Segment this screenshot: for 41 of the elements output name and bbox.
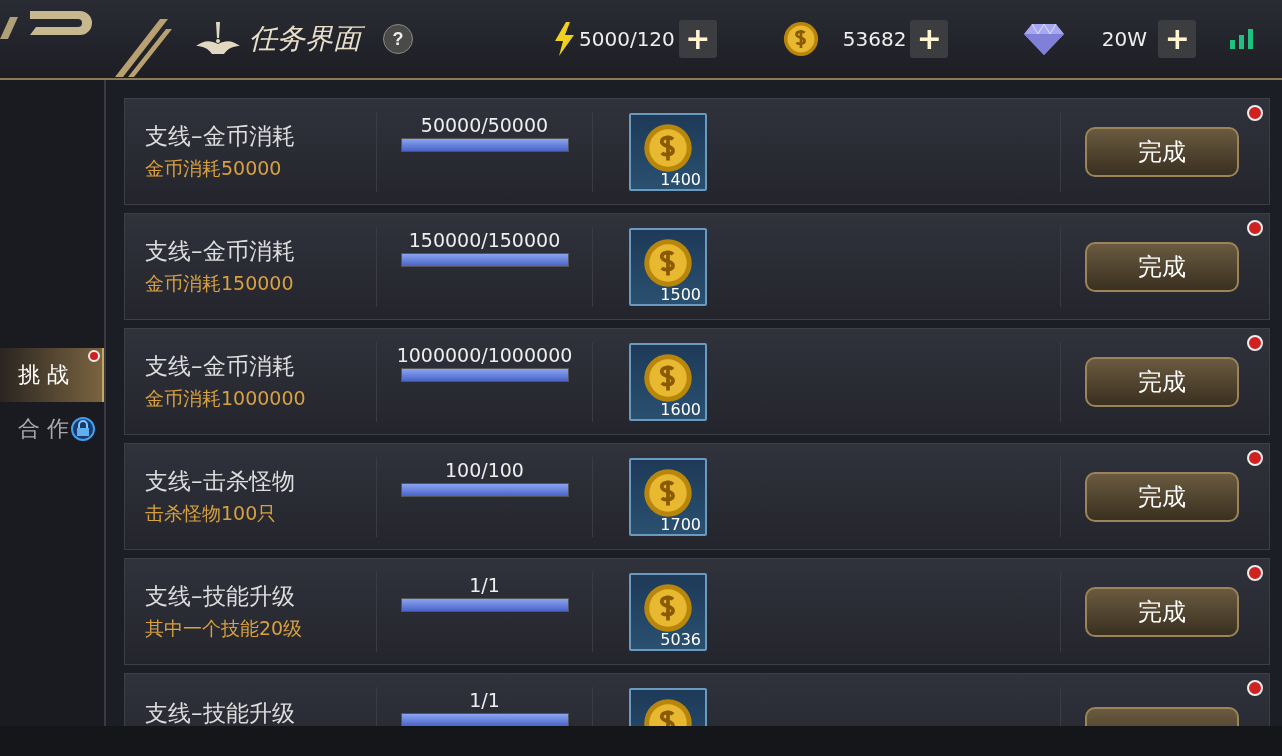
complete-button[interactable]: 完成 — [1085, 356, 1239, 407]
complete-button[interactable]: 完成 — [1085, 586, 1239, 637]
task-requirement: 金币消耗50000 — [145, 156, 283, 181]
reward-amount: 1700 — [660, 514, 701, 534]
task-title: 支线–金币消耗 — [145, 352, 296, 381]
task-requirement: 金币消耗150000 — [145, 271, 295, 296]
help-button[interactable]: ? — [383, 24, 413, 54]
complete-button[interactable]: 完成 — [1085, 471, 1239, 522]
reward-slot[interactable]: 5036 — [629, 572, 707, 651]
add-button[interactable]: + — [1158, 20, 1197, 58]
task-requirement: 击杀怪物100只 — [145, 501, 278, 526]
sidebar-tab[interactable]: 合 作 — [0, 402, 104, 456]
progress-text: 150000/150000 — [408, 228, 561, 251]
progress-text: 100/100 — [445, 458, 524, 481]
reward-amount: 1400 — [660, 169, 701, 189]
sidebar-tab[interactable]: 挑 战 — [0, 348, 104, 402]
task-title: 支线–金币消耗 — [145, 237, 296, 266]
task-title: 支线–金币消耗 — [145, 122, 296, 151]
task-requirement: 金币消耗1000000 — [145, 386, 307, 411]
complete-button[interactable]: 完成 — [1085, 241, 1239, 292]
reward-amount: 5036 — [660, 629, 701, 649]
reward-slot[interactable]: 1400 — [629, 112, 707, 191]
progress-text: 1/1 — [469, 573, 500, 596]
task-title: 支线–技能升级 — [145, 699, 296, 726]
task-title: 支线–技能升级 — [145, 582, 296, 611]
reward-slot[interactable]: 1500 — [629, 227, 707, 306]
complete-button[interactable]: 完成 — [1085, 126, 1239, 177]
reward-amount: 1500 — [660, 284, 701, 304]
progress-text: 1000000/1000000 — [396, 343, 573, 366]
resource-value: 20W — [1100, 27, 1149, 51]
progress-text: 50000/50000 — [420, 113, 549, 136]
reward-slot[interactable]: 1700 — [629, 457, 707, 536]
reward-amount: 1600 — [660, 399, 701, 419]
resource-value: 53682 — [842, 27, 907, 51]
task-title: 支线–击杀怪物 — [145, 467, 296, 496]
progress-text: 1/1 — [469, 688, 500, 711]
add-button[interactable]: + — [678, 20, 717, 58]
task-requirement: 其中一个技能20级 — [145, 616, 304, 641]
add-button[interactable]: + — [910, 20, 949, 58]
reward-slot[interactable]: 1600 — [629, 342, 707, 421]
resource-value: 5000/120 — [579, 27, 675, 51]
